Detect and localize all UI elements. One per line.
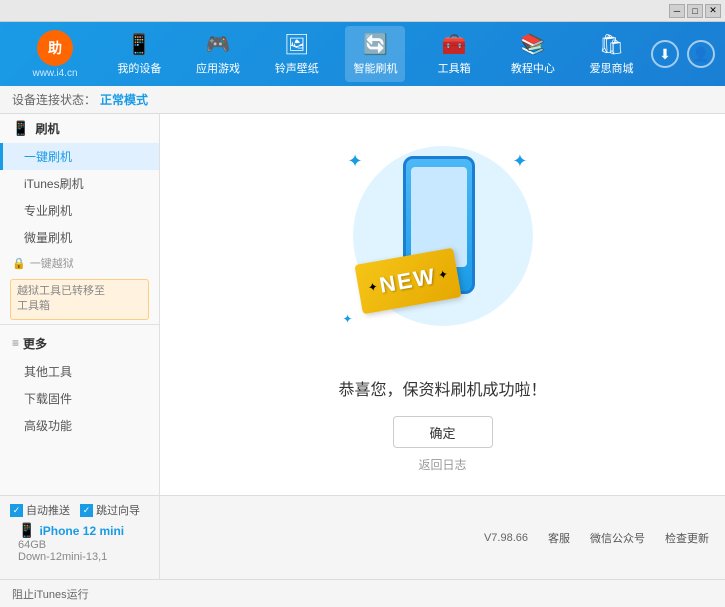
nav-apps-games-label: 应用游戏 bbox=[196, 60, 240, 76]
sidebar-item-one-click-flash[interactable]: 一键刷机 bbox=[0, 143, 159, 170]
customer-service-link[interactable]: 客服 bbox=[548, 530, 570, 546]
header: 助 www.i4.cn 📱 我的设备 🎮 应用游戏 🖼 铃声壁纸 🔄 智能刷机 … bbox=[0, 22, 725, 86]
auto-push-checkbox[interactable]: ✓ 自动推送 bbox=[10, 502, 70, 518]
version-label: V7.98.66 bbox=[484, 532, 528, 544]
status-bar: 设备连接状态： 正常模式 bbox=[0, 86, 725, 114]
header-right-buttons: ⬇ 👤 bbox=[651, 40, 715, 68]
sidebar-item-other-tools[interactable]: 其他工具 bbox=[0, 358, 159, 385]
status-value: 正常模式 bbox=[100, 91, 148, 108]
content-area: ✦ ✦ ✦ ✦ NEW ✦ 恭喜您，保资料刷机成功啦！ 确定 返回日志 bbox=[160, 114, 725, 495]
sidebar-divider bbox=[0, 324, 159, 325]
user-button[interactable]: 👤 bbox=[687, 40, 715, 68]
confirm-button[interactable]: 确定 bbox=[393, 416, 493, 448]
device-version: Down-12mini-13,1 bbox=[18, 551, 149, 563]
lock-icon: 🔒 bbox=[12, 257, 26, 270]
success-message: 恭喜您，保资料刷机成功啦！ bbox=[338, 376, 546, 400]
checkbox-row: ✓ 自动推送 ✓ 跳过向导 bbox=[10, 502, 149, 518]
nav-apps-games[interactable]: 🎮 应用游戏 bbox=[188, 26, 248, 82]
check-update-link[interactable]: 检查更新 bbox=[665, 530, 709, 546]
bottom-left: ✓ 自动推送 ✓ 跳过向导 📱 iPhone 12 mini 64GB Down… bbox=[0, 496, 160, 579]
titlebar: ─ □ ✕ bbox=[0, 0, 725, 22]
nav-my-device-label: 我的设备 bbox=[117, 60, 161, 76]
sparkle-bl-icon: ✦ bbox=[343, 312, 353, 326]
sidebar-more-label: 更多 bbox=[23, 335, 47, 352]
my-device-icon: 📱 bbox=[127, 32, 152, 57]
sidebar-locked-label: 一键越狱 bbox=[30, 255, 74, 271]
apps-games-icon: 🎮 bbox=[206, 32, 231, 57]
close-button[interactable]: ✕ bbox=[705, 4, 721, 18]
device-phone-icon: 📱 bbox=[18, 522, 35, 539]
main-area: 📱 刷机 一键刷机 iTunes刷机 专业刷机 微量刷机 🔒 一键越狱 越狱工具… bbox=[0, 114, 725, 495]
wizard-label: 跳过向导 bbox=[96, 502, 140, 518]
new-badge-text: NEW bbox=[377, 263, 438, 299]
wizard-checkbox[interactable]: ✓ 跳过向导 bbox=[80, 502, 140, 518]
tutorials-icon: 📚 bbox=[520, 32, 545, 57]
flash-section-icon: 📱 bbox=[12, 120, 29, 137]
logo-url: www.i4.cn bbox=[32, 68, 77, 79]
shop-icon: 🛍 bbox=[599, 32, 624, 57]
back-link[interactable]: 返回日志 bbox=[418, 456, 466, 473]
sidebar-item-micro-flash[interactable]: 微量刷机 bbox=[0, 224, 159, 251]
nav-shop[interactable]: 🛍 爱思商城 bbox=[582, 26, 642, 82]
toolbox-icon: 🧰 bbox=[442, 32, 467, 57]
bottom-section: ✓ 自动推送 ✓ 跳过向导 📱 iPhone 12 mini 64GB Down… bbox=[0, 495, 725, 579]
auto-push-label: 自动推送 bbox=[26, 502, 70, 518]
sidebar-item-itunes-flash[interactable]: iTunes刷机 bbox=[0, 170, 159, 197]
nav-smart-flash[interactable]: 🔄 智能刷机 bbox=[345, 26, 405, 82]
device-storage: 64GB bbox=[18, 539, 149, 551]
logo-area: 助 www.i4.cn bbox=[10, 30, 100, 79]
bottom-right: V7.98.66 客服 微信公众号 检查更新 bbox=[160, 496, 725, 579]
window-controls: ─ □ ✕ bbox=[669, 4, 721, 18]
nav-tutorials-label: 教程中心 bbox=[511, 60, 555, 76]
status-label: 设备连接状态： bbox=[12, 91, 96, 108]
smart-flash-icon: 🔄 bbox=[363, 32, 388, 57]
nav-toolbox-label: 工具箱 bbox=[438, 60, 471, 76]
sidebar-item-advanced[interactable]: 高级功能 bbox=[0, 412, 159, 439]
sidebar-locked-section: 🔒 一键越狱 bbox=[0, 251, 159, 275]
logo-icon: 助 bbox=[37, 30, 73, 66]
device-name: iPhone 12 mini bbox=[39, 524, 124, 538]
wallpaper-icon: 🖼 bbox=[284, 32, 309, 57]
footer-left: 阻止iTunes运行 bbox=[12, 586, 89, 602]
nav-tutorials[interactable]: 📚 教程中心 bbox=[503, 26, 563, 82]
download-button[interactable]: ⬇ bbox=[651, 40, 679, 68]
itunes-status: 阻止iTunes运行 bbox=[12, 586, 89, 602]
sparkle-tr-icon: ✦ bbox=[512, 151, 527, 172]
sidebar-notice: 越狱工具已转移至工具箱 bbox=[10, 279, 149, 320]
sparkle-tl-icon: ✦ bbox=[348, 151, 363, 172]
auto-push-check-icon: ✓ bbox=[10, 504, 23, 517]
nav-wallpaper-label: 铃声壁纸 bbox=[275, 60, 319, 76]
ribbon-star-right: ✦ bbox=[436, 267, 448, 283]
sidebar-flash-section: 📱 刷机 bbox=[0, 114, 159, 143]
wechat-link[interactable]: 微信公众号 bbox=[590, 530, 645, 546]
sidebar-item-pro-flash[interactable]: 专业刷机 bbox=[0, 197, 159, 224]
phone-illustration: ✦ ✦ ✦ ✦ NEW ✦ bbox=[333, 136, 553, 356]
nav-my-device[interactable]: 📱 我的设备 bbox=[109, 26, 169, 82]
more-section-icon: ≡ bbox=[12, 336, 19, 350]
footer-bar: 阻止iTunes运行 bbox=[0, 579, 725, 607]
nav-smart-flash-label: 智能刷机 bbox=[353, 60, 397, 76]
restore-button[interactable]: □ bbox=[687, 4, 703, 18]
nav-toolbox[interactable]: 🧰 工具箱 bbox=[424, 26, 484, 82]
sidebar-more-section: ≡ 更多 bbox=[0, 329, 159, 358]
minimize-button[interactable]: ─ bbox=[669, 4, 685, 18]
nav-wallpaper[interactable]: 🖼 铃声壁纸 bbox=[267, 26, 327, 82]
sidebar-flash-label: 刷机 bbox=[35, 120, 59, 137]
nav-shop-label: 爱思商城 bbox=[590, 60, 634, 76]
wizard-check-icon: ✓ bbox=[80, 504, 93, 517]
sidebar-item-download-firmware[interactable]: 下载固件 bbox=[0, 385, 159, 412]
device-info: 📱 iPhone 12 mini 64GB Down-12mini-13,1 bbox=[18, 522, 149, 563]
sidebar: 📱 刷机 一键刷机 iTunes刷机 专业刷机 微量刷机 🔒 一键越狱 越狱工具… bbox=[0, 114, 160, 495]
ribbon-star-left: ✦ bbox=[366, 279, 378, 295]
nav-bar: 📱 我的设备 🎮 应用游戏 🖼 铃声壁纸 🔄 智能刷机 🧰 工具箱 📚 教程中心… bbox=[100, 26, 651, 82]
